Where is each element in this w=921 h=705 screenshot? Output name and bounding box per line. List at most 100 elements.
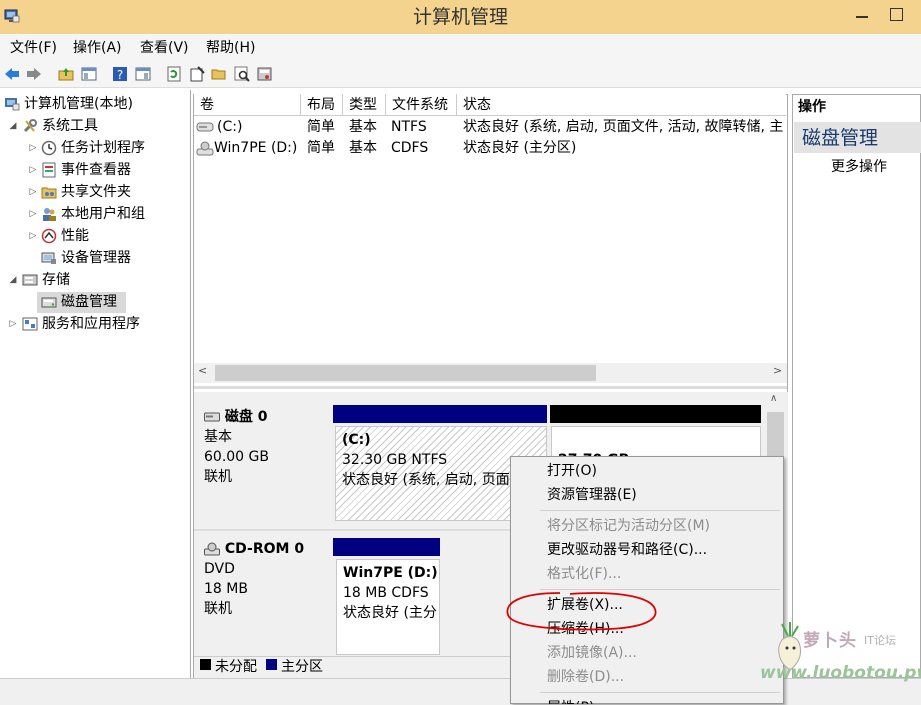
legend-primary-swatch — [266, 659, 277, 670]
menu-action[interactable]: 操作(A) — [73, 38, 122, 58]
tree-label: 事件查看器 — [61, 162, 131, 178]
back-arrow-icon[interactable] — [4, 66, 20, 82]
menu-file[interactable]: 文件(F) — [10, 38, 57, 58]
performance-icon — [41, 228, 57, 244]
forward-arrow-icon[interactable] — [26, 66, 42, 82]
tree-item-device-manager[interactable]: 设备管理器 — [41, 247, 131, 269]
more-actions-link[interactable]: 更多操作 — [831, 157, 887, 177]
scroll-up-icon[interactable]: ∧ — [770, 393, 777, 404]
scroll-right-icon[interactable]: > — [773, 364, 782, 377]
expand-arrow-icon[interactable]: ▷ — [28, 225, 38, 247]
expand-arrow-icon[interactable]: ▷ — [28, 159, 38, 181]
disk0-state: 联机 — [204, 469, 232, 485]
disk0-info[interactable]: 磁盘 0 基本 60.00 GB 联机 — [194, 403, 331, 527]
storage-icon — [22, 274, 38, 286]
tree-label: 本地用户和组 — [61, 206, 145, 222]
open-folder-icon[interactable] — [211, 66, 227, 82]
window-title: 计算机管理 — [412, 6, 508, 28]
volume-status: 状态良好 (主分区) — [463, 140, 577, 156]
tree-label: 任务计划程序 — [61, 140, 145, 156]
tree-item-event-viewer[interactable]: 事件查看器 — [41, 159, 131, 181]
table-row[interactable]: Win7PE (D:) 简单 基本 CDFS 状态良好 (主分区) — [195, 138, 785, 159]
tree-item-disk-management[interactable]: 磁盘管理 — [41, 291, 117, 313]
disk0-name: 磁盘 0 — [224, 409, 268, 425]
tree-item-task-scheduler[interactable]: 任务计划程序 — [41, 137, 145, 159]
menu-item-properties[interactable]: 属性(P) — [547, 696, 594, 704]
volume-layout: 简单 — [307, 140, 335, 156]
event-log-icon — [42, 162, 56, 178]
menu-item-delete-volume[interactable]: 删除卷(D)... — [547, 665, 624, 689]
table-row[interactable]: (C:) 简单 基本 NTFS 状态良好 (系统, 启动, 页面文件, 活动, … — [195, 117, 785, 138]
expand-arrow-icon[interactable]: ▷ — [28, 181, 38, 203]
scrollbar-thumb[interactable] — [215, 365, 596, 381]
menu-help[interactable]: 帮助(H) — [206, 38, 255, 58]
disk0-header: 磁盘 0 — [204, 407, 321, 427]
menu-item-add-mirror[interactable]: 添加镜像(A)... — [547, 641, 637, 665]
partition-d-size: 18 MB CDFS — [343, 585, 429, 601]
volume-status: 状态良好 (系统, 启动, 页面文件, 活动, 故障转储, 主 — [463, 119, 783, 135]
tree-item-shared-folders[interactable]: 共享文件夹 — [41, 181, 131, 203]
partition-d-status: 状态良好 (主分 — [343, 605, 437, 621]
svg-text:?: ? — [117, 68, 123, 82]
menu-item-change-drive-letter[interactable]: 更改驱动器号和路径(C)... — [547, 538, 707, 562]
disk-properties-icon[interactable] — [257, 66, 273, 82]
up-folder-icon[interactable] — [58, 66, 74, 82]
action-pane-icon[interactable] — [135, 66, 151, 82]
search-icon[interactable] — [234, 66, 250, 82]
shared-folder-icon — [41, 187, 57, 199]
tree-item-services-apps[interactable]: 服务和应用程序 — [22, 313, 140, 335]
menu-item-open[interactable]: 打开(O) — [547, 459, 597, 483]
volume-type: 基本 — [349, 140, 377, 156]
menu-item-format[interactable]: 格式化(F)... — [547, 562, 621, 586]
legend-unallocated-swatch — [200, 659, 211, 670]
collapse-arrow-icon[interactable]: ◢ — [8, 269, 18, 291]
menu-separator — [540, 692, 780, 693]
partition-d[interactable]: Win7PE (D:) 18 MB CDFS 状态良好 (主分 — [336, 559, 440, 655]
legend-primary-label: 主分区 — [281, 659, 323, 675]
disk0-size: 60.00 GB — [204, 449, 269, 465]
legend-unallocated-label: 未分配 — [215, 659, 257, 675]
clock-icon — [41, 140, 57, 156]
cdrom0-info[interactable]: CD-ROM 0 DVD 18 MB 联机 — [194, 535, 331, 655]
unallocated-bar — [550, 405, 761, 423]
cdrom0-size: 18 MB — [204, 581, 248, 597]
tree-item-computer-management[interactable]: 计算机管理(本地) — [4, 93, 133, 115]
volume-drive-icon — [196, 122, 214, 132]
console-tree-icon[interactable] — [81, 66, 97, 82]
properties-icon[interactable] — [189, 66, 205, 82]
actions-section-title[interactable]: 磁盘管理 — [802, 124, 878, 152]
column-header-volume[interactable]: 卷 — [194, 94, 301, 116]
menu-item-mark-active[interactable]: 将分区标记为活动分区(M) — [547, 514, 710, 538]
column-header-status[interactable]: 状态 — [457, 94, 786, 116]
device-manager-icon — [41, 252, 56, 264]
menu-view[interactable]: 查看(V) — [140, 38, 189, 58]
expand-arrow-icon[interactable]: ▷ — [28, 137, 38, 159]
column-header-type[interactable]: 类型 — [343, 94, 386, 116]
expand-arrow-icon[interactable]: ▷ — [28, 203, 38, 225]
collapse-arrow-icon[interactable]: ◢ — [8, 115, 18, 137]
watermark-forum: IT论坛 — [864, 634, 896, 647]
disk-management-icon — [41, 297, 57, 308]
column-header-filesystem[interactable]: 文件系统 — [386, 94, 457, 116]
tree-item-performance[interactable]: 性能 — [41, 225, 89, 247]
help-icon[interactable]: ? — [112, 66, 128, 82]
tree-item-storage[interactable]: 存储 — [22, 269, 70, 291]
menu-item-explorer[interactable]: 资源管理器(E) — [547, 483, 637, 507]
tree-item-system-tools[interactable]: 系统工具 — [22, 115, 98, 137]
cdrom0-type: DVD — [204, 561, 235, 577]
expand-arrow-icon[interactable]: ▷ — [8, 313, 18, 335]
tree-item-local-users[interactable]: 本地用户和组 — [41, 203, 145, 225]
minimize-button[interactable] — [856, 16, 868, 18]
disk0-type: 基本 — [204, 429, 232, 445]
pane-splitter[interactable] — [194, 386, 787, 389]
column-header-layout[interactable]: 布局 — [301, 94, 343, 116]
volume-type: 基本 — [349, 119, 377, 135]
refresh-icon[interactable] — [166, 66, 182, 82]
volume-name: (C:) — [217, 119, 243, 135]
services-icon — [22, 317, 38, 331]
maximize-button[interactable] — [890, 8, 903, 21]
scroll-left-icon[interactable]: < — [198, 364, 207, 377]
tools-icon — [23, 119, 37, 133]
actions-header: 操作 — [798, 99, 826, 115]
volume-layout: 简单 — [307, 119, 335, 135]
